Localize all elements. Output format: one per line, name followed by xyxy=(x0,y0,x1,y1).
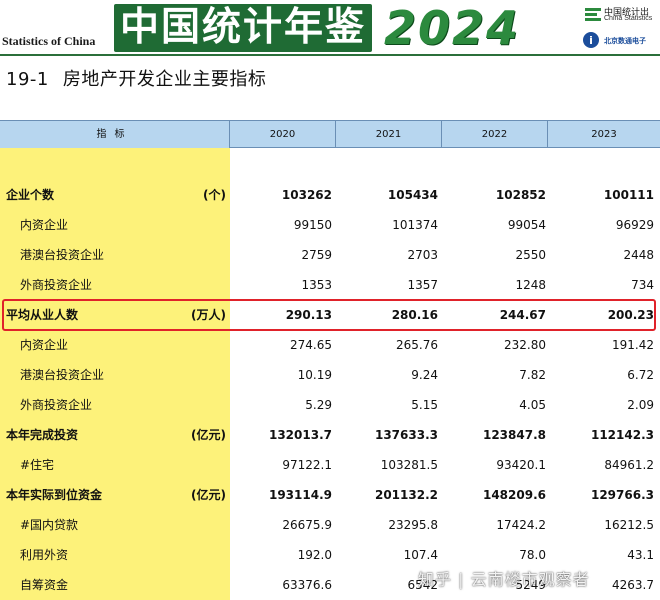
row-label: 内资企业 xyxy=(20,218,69,232)
row-label: 本年完成投资 xyxy=(6,428,79,442)
row-label: 自筹资金 xyxy=(20,578,69,592)
statistics-table: 指标 2020 2021 2022 2023 企业个数 (个) 103262 1054… xyxy=(0,120,660,600)
row-value: 129766.3 xyxy=(590,488,654,502)
row-value: 2.09 xyxy=(627,398,654,412)
row-unit: (个) xyxy=(203,188,226,202)
row-value: 97122.1 xyxy=(282,458,332,472)
nbs-logo-icon xyxy=(585,8,601,21)
row-value: 99150 xyxy=(293,218,332,232)
row-value: 17424.2 xyxy=(496,518,546,532)
table-row: 内资企业 99150 101374 99054 96929 xyxy=(0,210,660,240)
row-value: 137633.3 xyxy=(374,428,438,442)
row-value: 99054 xyxy=(507,218,546,232)
row-label: 外商投资企业 xyxy=(20,398,93,412)
row-value: 103262 xyxy=(281,188,332,202)
banner-title-box: 中国统计年鉴 xyxy=(114,4,372,52)
table-row: 企业个数 (个) 103262 105434 102852 100111 xyxy=(0,180,660,210)
table-row: 外商投资企业 5.29 5.15 4.05 2.09 xyxy=(0,390,660,420)
banner-left: Statistics of China xyxy=(0,0,120,56)
row-value: 6.72 xyxy=(627,368,654,382)
publisher-logos: 中国统计出 China Statistics i 北京数通电子 xyxy=(578,0,660,56)
row-label: 港澳台投资企业 xyxy=(20,248,105,262)
bj-name-cn: 北京数通电子 xyxy=(604,37,646,45)
row-value: 84961.2 xyxy=(604,458,654,472)
watermark: 知乎 | 云南楼市观察者 xyxy=(418,570,590,589)
row-value: 96929 xyxy=(615,218,654,232)
table-row: #住宅 97122.1 103281.5 93420.1 84961.2 xyxy=(0,450,660,480)
header-year: 2020 xyxy=(230,121,336,148)
table-row: 本年实际到位资金 (亿元) 193114.9 201132.2 148209.6 1297… xyxy=(0,480,660,510)
nbs-name-en: China Statistics xyxy=(604,15,653,22)
header-year: 2023 xyxy=(591,129,617,140)
row-value: 63376.6 xyxy=(282,578,332,592)
row-value: 101374 xyxy=(392,218,438,232)
table-row: 港澳台投资企业 10.19 9.24 7.82 6.72 xyxy=(0,360,660,390)
row-label: 港澳台投资企业 xyxy=(20,368,105,382)
row-value: 4.05 xyxy=(519,398,546,412)
svg-text:i: i xyxy=(589,34,593,47)
row-value: 9.24 xyxy=(411,368,438,382)
row-value: 10.19 xyxy=(297,368,332,382)
row-value: 16212.5 xyxy=(604,518,654,532)
row-value: 112142.3 xyxy=(590,428,654,442)
row-label: #住宅 xyxy=(20,458,55,472)
row-label: #国内贷款 xyxy=(20,518,79,532)
row-value: 2759 xyxy=(301,248,332,262)
row-value: 191.42 xyxy=(612,338,654,352)
header-indicator: 指标 xyxy=(0,121,230,148)
table-row: 本年完成投资 (亿元) 132013.7 137633.3 123847.8 112142… xyxy=(0,420,660,450)
row-value: 1357 xyxy=(407,278,438,292)
yearbook-banner: Statistics of China 中国统计年鉴 2024 中国统计出 Ch… xyxy=(0,0,660,56)
row-label: 利用外资 xyxy=(20,548,69,562)
row-unit: (亿元) xyxy=(191,488,226,502)
row-value: 103281.5 xyxy=(380,458,438,472)
table-header: 指标 2020 2021 2022 2023 xyxy=(0,120,660,148)
row-value: 7.82 xyxy=(519,368,546,382)
row-value: 734 xyxy=(631,278,654,292)
header-year: 2021 xyxy=(336,121,442,148)
row-value: 105434 xyxy=(387,188,438,202)
row-value: 1353 xyxy=(301,278,332,292)
row-value: 23295.8 xyxy=(388,518,438,532)
header-year: 2022 xyxy=(442,121,548,148)
row-label: 内资企业 xyxy=(20,338,69,352)
row-value: 123847.8 xyxy=(482,428,546,442)
row-value: 193114.9 xyxy=(268,488,332,502)
table-row: 外商投资企业 1353 1357 1248 734 xyxy=(0,270,660,300)
banner-year: 2024 xyxy=(384,1,521,55)
row-value: 148209.6 xyxy=(482,488,546,502)
highlight-box xyxy=(2,299,656,331)
row-label: 本年实际到位资金 xyxy=(6,488,103,502)
banner-subtitle: Statistics of China xyxy=(2,34,96,48)
table-row: 内资企业 274.65 265.76 232.80 191.42 xyxy=(0,330,660,360)
row-value: 1248 xyxy=(515,278,546,292)
row-value: 201132.2 xyxy=(374,488,438,502)
row-value: 5.15 xyxy=(411,398,438,412)
row-value: 2448 xyxy=(623,248,654,262)
row-value: 274.65 xyxy=(290,338,332,352)
row-value: 26675.9 xyxy=(282,518,332,532)
row-value: 102852 xyxy=(495,188,546,202)
table-number: 19-1 xyxy=(6,69,49,90)
row-value: 132013.7 xyxy=(268,428,332,442)
row-value: 2550 xyxy=(515,248,546,262)
row-value: 93420.1 xyxy=(496,458,546,472)
row-label: 企业个数 xyxy=(6,188,55,202)
row-value: 232.80 xyxy=(504,338,546,352)
row-unit: (亿元) xyxy=(191,428,226,442)
banner-title: 中国统计年鉴 xyxy=(119,5,366,50)
row-value: 2703 xyxy=(407,248,438,262)
row-value: 265.76 xyxy=(396,338,438,352)
bj-logo-icon: i xyxy=(583,32,599,48)
table-row: #国内贷款 26675.9 23295.8 17424.2 16212.5 xyxy=(0,510,660,540)
row-label: 外商投资企业 xyxy=(20,278,93,292)
row-value: 100111 xyxy=(603,188,654,202)
row-value: 192.0 xyxy=(297,548,332,562)
row-value: 5.29 xyxy=(305,398,332,412)
table-row: 港澳台投资企业 2759 2703 2550 2448 xyxy=(0,240,660,270)
table-title-text: 房地产开发企业主要指标 xyxy=(62,69,267,90)
table-title: 19-1 房地产开发企业主要指标 xyxy=(6,65,266,91)
